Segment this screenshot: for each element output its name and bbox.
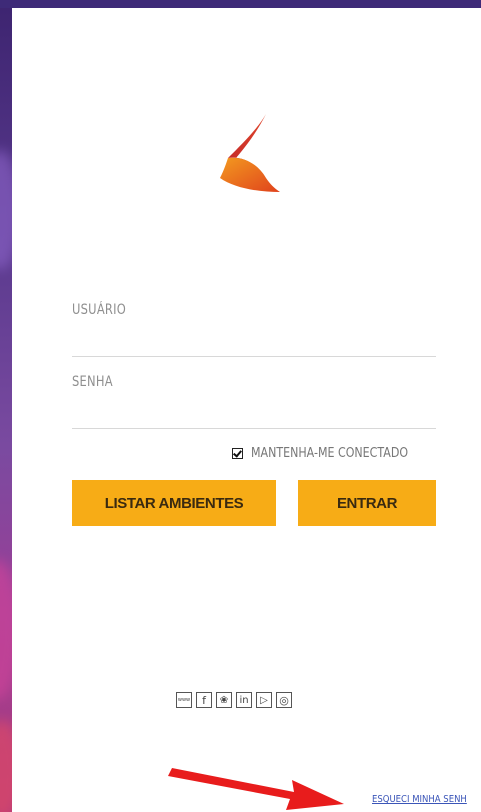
list-environments-button[interactable]: LISTAR AMBIENTES — [72, 480, 276, 526]
remember-me-checkbox[interactable] — [232, 447, 243, 459]
linkedin-icon-glyph: in — [239, 694, 249, 706]
forgot-password-link[interactable]: ESQUECI MINHA SENH — [372, 794, 467, 805]
instagram-icon-glyph: ◎ — [279, 693, 289, 707]
username-underline — [72, 356, 436, 357]
remember-me-label: MANTENHA-ME CONECTADO — [251, 445, 409, 461]
www-icon-glyph: www — [177, 697, 191, 703]
password-underline — [72, 428, 436, 429]
youtube-icon[interactable]: ▷ — [256, 692, 272, 708]
facebook-icon[interactable]: f — [196, 692, 212, 708]
linkedin-icon[interactable]: in — [236, 692, 252, 708]
password-label: SENHA — [72, 374, 113, 390]
twitter-icon-glyph: ❀ — [219, 694, 229, 706]
brand-logo — [220, 114, 280, 192]
username-input[interactable] — [72, 326, 436, 350]
top-bar — [0, 0, 481, 8]
social-links: www f ❀ in ▷ ◎ — [176, 692, 292, 708]
instagram-icon[interactable]: ◎ — [276, 692, 292, 708]
youtube-icon-glyph: ▷ — [260, 694, 268, 706]
remember-me-option[interactable]: MANTENHA-ME CONECTADO — [232, 444, 436, 462]
username-label: USUÁRIO — [72, 302, 127, 318]
twitter-icon[interactable]: ❀ — [216, 692, 232, 708]
annotation-arrow-icon — [168, 768, 344, 810]
www-icon[interactable]: www — [176, 692, 192, 708]
password-input[interactable] — [72, 400, 436, 424]
screen: USUÁRIO SENHA MANTENHA-ME CONECTADO LIST… — [0, 0, 481, 812]
facebook-icon-glyph: f — [202, 693, 206, 707]
enter-button[interactable]: ENTRAR — [298, 480, 436, 526]
